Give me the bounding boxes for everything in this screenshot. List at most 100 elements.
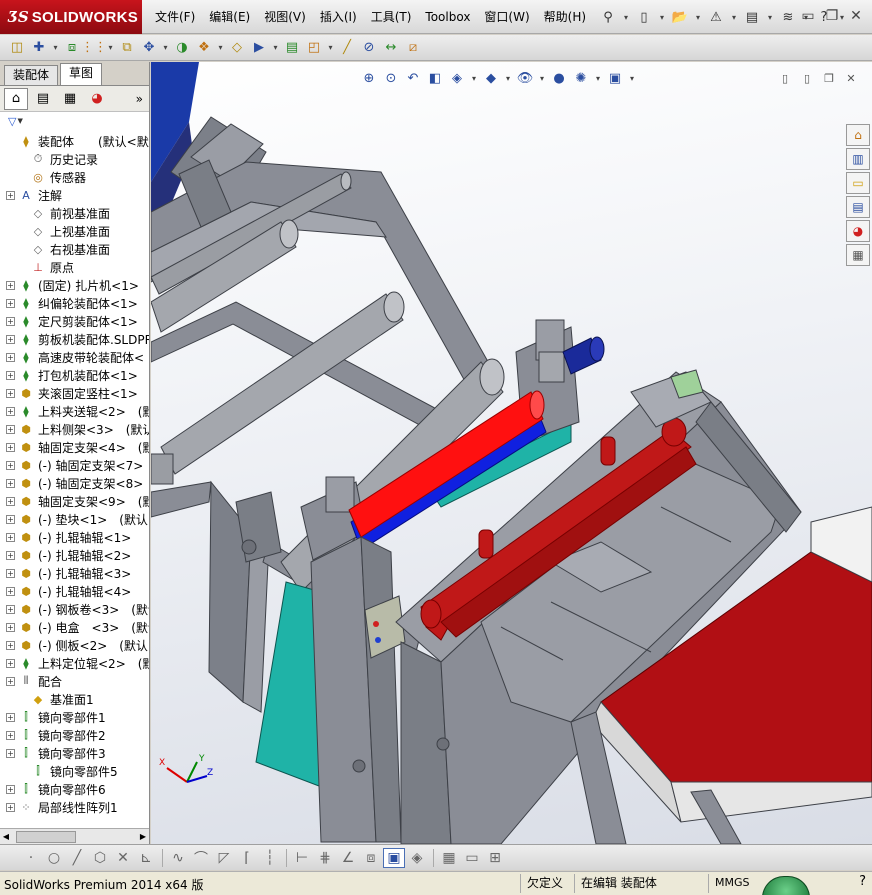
view-settings-icon[interactable]: ▣ bbox=[605, 68, 625, 88]
close-view-icon[interactable]: ✕ bbox=[840, 70, 862, 86]
chevron-down-icon[interactable]: ▾ bbox=[537, 68, 547, 88]
tree-item[interactable]: + ⬢ (-) 轴固定支架<7> bbox=[0, 456, 149, 474]
expand-icon[interactable]: + bbox=[6, 730, 15, 740]
pin-icon[interactable]: ⚲ bbox=[597, 6, 619, 28]
chevron-down-icon[interactable]: ▾ bbox=[657, 6, 667, 28]
expand-icon[interactable]: + bbox=[6, 478, 15, 488]
expand-icon[interactable]: + bbox=[6, 388, 15, 398]
tree-item[interactable]: + ⬢ (-) 钢板卷<3> (默认 bbox=[0, 600, 149, 618]
tree-item[interactable]: + ⬢ (-) 扎辊轴辊<2> bbox=[0, 546, 149, 564]
tree-item[interactable]: + ⫴ 配合 bbox=[0, 672, 149, 690]
open-folder-icon[interactable]: 📂 bbox=[669, 6, 691, 28]
split-right-icon[interactable]: ▯ bbox=[796, 70, 818, 86]
menu-item-7[interactable]: 帮助(H) bbox=[537, 0, 593, 34]
menu-item-5[interactable]: Toolbox bbox=[418, 0, 477, 34]
tree-item[interactable]: + ⧫ (固定) 扎片机<1> bbox=[0, 276, 149, 294]
chevron-down-icon[interactable]: ▾ bbox=[765, 6, 775, 28]
tree-item[interactable]: + ⬢ 轴固定支架<9> (默认 bbox=[0, 492, 149, 510]
move-component-icon[interactable]: ✥ bbox=[139, 38, 159, 58]
explode-line-sketch-icon[interactable]: ╱ bbox=[337, 38, 357, 58]
tree-item[interactable]: + ⧫ 上料定位辊<2> (默认 bbox=[0, 654, 149, 672]
status-orb-icon[interactable] bbox=[762, 876, 810, 895]
tree-item[interactable]: + ⫿ 镜向零部件3 bbox=[0, 744, 149, 762]
tree-item[interactable]: ⧫ 装配体 (默认<默认_ bbox=[0, 132, 149, 150]
expand-icon[interactable]: + bbox=[6, 334, 15, 344]
expand-icon[interactable]: + bbox=[6, 514, 15, 524]
assembly-model[interactable] bbox=[151, 62, 872, 844]
expand-icon[interactable]: + bbox=[6, 802, 15, 812]
expand-icon[interactable]: + bbox=[6, 568, 15, 578]
display-manager-icon[interactable]: ◕ bbox=[85, 88, 109, 110]
expand-icon[interactable]: + bbox=[6, 316, 15, 326]
tree-item[interactable]: ⊥ 原点 bbox=[0, 258, 149, 276]
tree-item[interactable]: ◇ 右视基准面 bbox=[0, 240, 149, 258]
smart-fasteners-icon[interactable]: ⧉ bbox=[117, 38, 137, 58]
chevron-down-icon[interactable]: ▾ bbox=[593, 68, 603, 88]
point-icon[interactable]: · bbox=[20, 848, 42, 868]
print-icon[interactable]: ▤ bbox=[741, 6, 763, 28]
expand-icon[interactable]: + bbox=[6, 604, 15, 614]
expand-icon[interactable]: + bbox=[6, 784, 15, 794]
appearances-icon[interactable]: ◕ bbox=[846, 220, 870, 242]
tree-item[interactable]: ◎ 传感器 bbox=[0, 168, 149, 186]
configuration-manager-icon[interactable]: ▦ bbox=[58, 88, 82, 110]
scroll-right-icon[interactable]: ▶ bbox=[137, 830, 149, 844]
expand-icon[interactable]: + bbox=[6, 406, 15, 416]
view-palette-icon[interactable]: ▤ bbox=[846, 196, 870, 218]
chevron-down-icon[interactable]: ▾ bbox=[627, 68, 637, 88]
hide-show-items-icon[interactable]: 👁 bbox=[515, 68, 535, 88]
mate-icon[interactable]: ⧈ bbox=[62, 38, 82, 58]
help-icon[interactable]: ? bbox=[859, 874, 866, 889]
rebuild-warning-icon[interactable]: ⚠ bbox=[705, 6, 727, 28]
expand-icon[interactable]: + bbox=[6, 424, 15, 434]
chevron-down-icon[interactable]: ▾ bbox=[106, 38, 115, 58]
spline-icon[interactable]: ∿ bbox=[167, 848, 189, 868]
trim-icon[interactable]: ✕ bbox=[112, 848, 134, 868]
tree-item[interactable]: + ⧫ 纠偏轮装配体<1> bbox=[0, 294, 149, 312]
tree-item[interactable]: + ⬢ (-) 扎辊轴辊<4> bbox=[0, 582, 149, 600]
file-explorer-icon[interactable]: ▭ bbox=[846, 172, 870, 194]
chevron-down-icon[interactable]: ▾ bbox=[469, 68, 479, 88]
chevron-down-icon[interactable]: ▾ bbox=[216, 38, 225, 58]
unit-system-button[interactable]: MMGS bbox=[708, 874, 756, 893]
expand-icon[interactable]: + bbox=[6, 550, 15, 560]
interference-detection-icon[interactable]: ⊘ bbox=[359, 38, 379, 58]
extend-icon[interactable]: ⊾ bbox=[135, 848, 157, 868]
tree-item[interactable]: + ⁘ 局部线性阵列1 bbox=[0, 798, 149, 816]
menu-item-4[interactable]: 工具(T) bbox=[364, 0, 419, 34]
menu-item-2[interactable]: 视图(V) bbox=[257, 0, 313, 34]
close-icon[interactable]: ✕ bbox=[844, 6, 868, 26]
expand-icon[interactable]: + bbox=[6, 352, 15, 362]
zoom-to-area-icon[interactable]: ⊙ bbox=[381, 68, 401, 88]
expand-icon[interactable]: + bbox=[6, 298, 15, 308]
tree-item[interactable]: + ⧫ 剪板机装配体.SLDPR bbox=[0, 330, 149, 348]
chevron-down-icon[interactable]: ▾ bbox=[503, 68, 513, 88]
edit-component-icon[interactable]: ◫ bbox=[7, 38, 27, 58]
minimize-icon[interactable]: ▭ bbox=[796, 6, 820, 26]
chevron-down-icon[interactable]: ▾ bbox=[621, 6, 631, 28]
sketch-fillet-icon[interactable]: ⌒ bbox=[190, 848, 212, 868]
panel-view-icon[interactable]: ▭ bbox=[461, 848, 483, 868]
scroll-thumb[interactable] bbox=[16, 830, 76, 843]
expand-icon[interactable]: + bbox=[6, 496, 15, 506]
menu-item-1[interactable]: 编辑(E) bbox=[202, 0, 257, 34]
dimension-icon[interactable]: ⊢ bbox=[291, 848, 313, 868]
tree-item[interactable]: + ⬢ (-) 扎辊轴辊<3> bbox=[0, 564, 149, 582]
expand-icon[interactable]: + bbox=[6, 532, 15, 542]
new-motion-study-icon[interactable]: ▶ bbox=[249, 38, 269, 58]
new-document-icon[interactable]: ▯ bbox=[633, 6, 655, 28]
tree-item[interactable]: + ⬢ (-) 轴固定支架<8> bbox=[0, 474, 149, 492]
expand-icon[interactable]: + bbox=[6, 676, 15, 686]
feature-manager-tree-icon[interactable]: ⌂ bbox=[4, 87, 28, 110]
tree-item[interactable]: + ⬢ 夹滚固定竖柱<1> bbox=[0, 384, 149, 402]
expand-icon[interactable]: + bbox=[6, 748, 15, 758]
scroll-left-icon[interactable]: ◀ bbox=[0, 830, 12, 844]
zoom-to-fit-icon[interactable]: ⊕ bbox=[359, 68, 379, 88]
line-icon[interactable]: ╱ bbox=[66, 848, 88, 868]
tree-item[interactable]: ◇ 前视基准面 bbox=[0, 204, 149, 222]
solidworks-logo[interactable]: ƷS SOLIDWORKS bbox=[0, 0, 142, 34]
tree-item[interactable]: + ⬢ (-) 扎辊轴辊<1> bbox=[0, 528, 149, 546]
corner-rectangle-icon[interactable]: ⌈ bbox=[236, 848, 258, 868]
centerline-icon[interactable]: ┆ bbox=[259, 848, 281, 868]
expand-icon[interactable]: + bbox=[6, 370, 15, 380]
